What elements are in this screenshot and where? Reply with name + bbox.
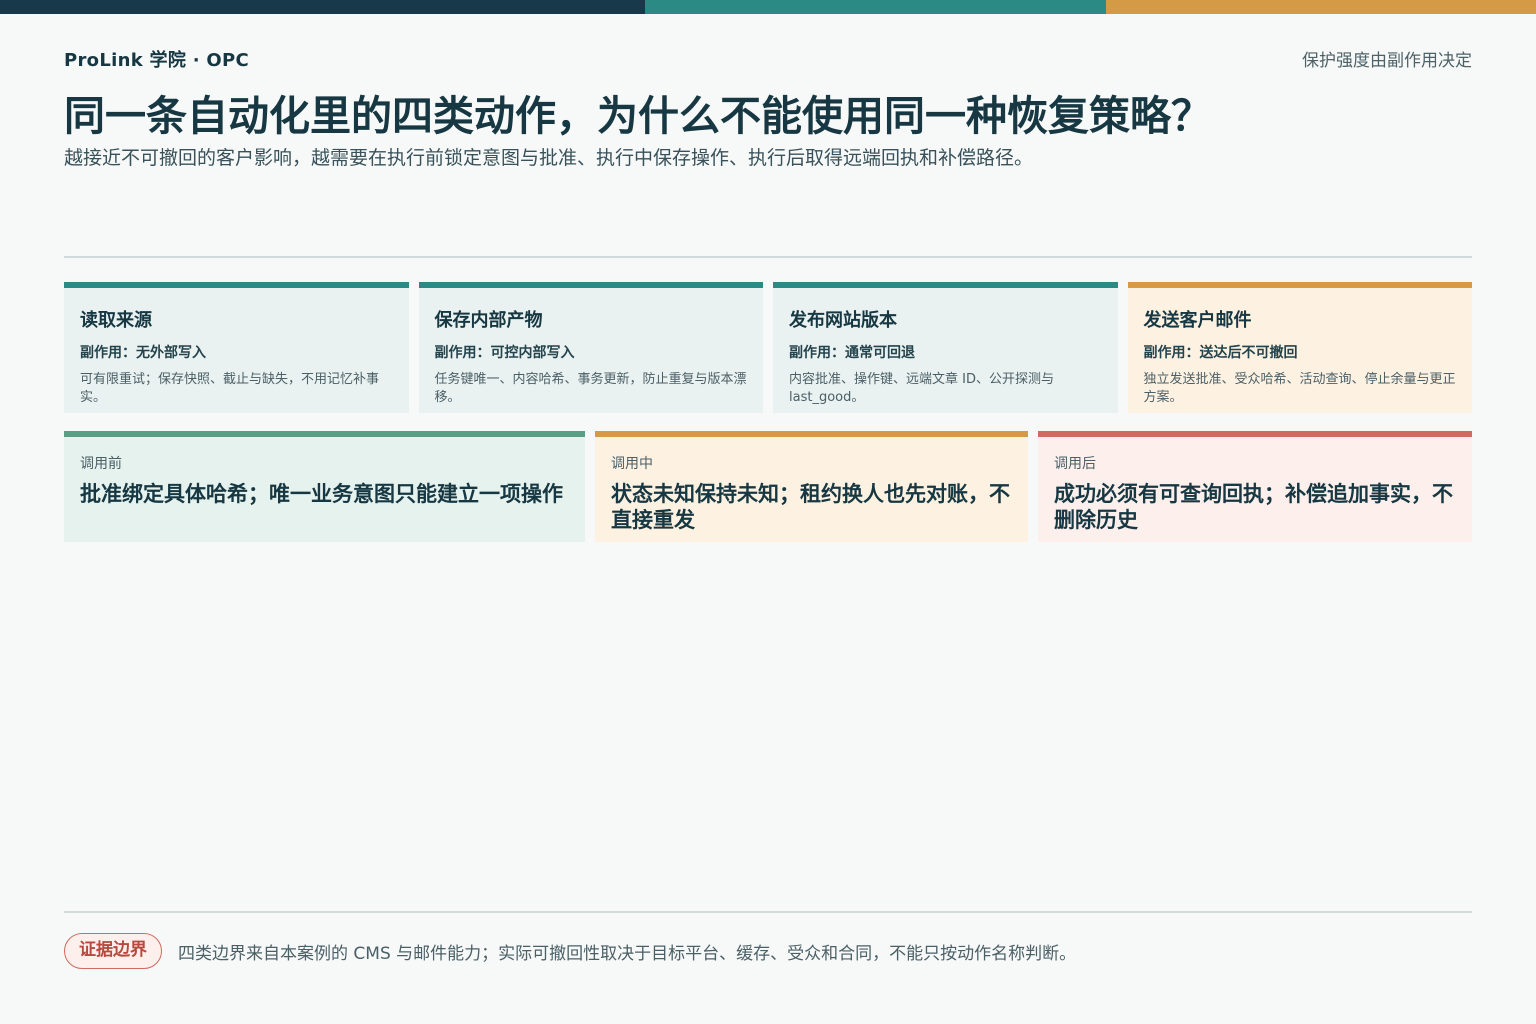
stage-label: 调用后 [1054, 456, 1096, 472]
header-note: 保护强度由副作用决定 [1302, 51, 1472, 71]
stage-text: 成功必须有可查询回执；补偿追加事实，不删除历史 [1054, 482, 1453, 532]
stage-after-call: 调用后 成功必须有可查询回执；补偿追加事实，不删除历史 [1038, 431, 1472, 542]
action-card-send-email: 发送客户邮件 副作用：送达后不可撤回 独立发送批准、受众哈希、活动查询、停止余量… [1127, 282, 1472, 413]
action-card-title: 读取来源 [80, 310, 152, 331]
evidence-boundary-badge: 证据边界 [64, 933, 162, 969]
page-subtitle: 越接近不可撤回的客户影响，越需要在执行前锁定意图与批准、执行中保存操作、执行后取… [64, 147, 1034, 169]
stage-label: 调用中 [611, 456, 653, 472]
footer-text: 四类边界来自本案例的 CMS 与邮件能力；实际可撤回性取决于目标平台、缓存、受众… [178, 943, 1077, 964]
call-stages: 调用前 批准绑定具体哈希；唯一业务意图只能建立一项操作 调用中 状态未知保持未知… [64, 431, 1472, 542]
footer: 证据边界 四类边界来自本案例的 CMS 与邮件能力；实际可撤回性取决于目标平台、… [64, 933, 1076, 969]
action-card-desc: 任务键唯一、内容哈希、事务更新，防止重复与版本漂移。 [434, 372, 747, 405]
action-card-title: 保存内部产物 [434, 310, 543, 331]
action-cards: 读取来源 副作用：无外部写入 可有限重试；保存快照、截止与缺失，不用记忆补事实。… [64, 282, 1472, 413]
brand-label: ProLink 学院 · OPC [64, 50, 250, 71]
action-card-title: 发布网站版本 [789, 310, 897, 331]
divider-bottom [64, 911, 1472, 913]
action-card-side-effect: 副作用：通常可回退 [789, 345, 915, 361]
stage-before-call: 调用前 批准绑定具体哈希；唯一业务意图只能建立一项操作 [64, 431, 585, 542]
action-card-desc: 可有限重试；保存快照、截止与缺失，不用记忆补事实。 [80, 372, 380, 405]
action-card-desc: 内容批准、操作键、远端文章 ID、公开探测与 last_good。 [789, 372, 1054, 405]
stage-label: 调用前 [80, 456, 122, 472]
action-card-desc: 独立发送批准、受众哈希、活动查询、停止余量与更正方案。 [1143, 372, 1456, 405]
stage-text: 状态未知保持未知；租约换人也先对账，不直接重发 [611, 482, 1010, 532]
action-card-publish-site: 发布网站版本 副作用：通常可回退 内容批准、操作键、远端文章 ID、公开探测与 … [773, 282, 1118, 413]
top-bar-segment-teal [645, 0, 1106, 14]
top-bar-segment-navy [0, 0, 645, 14]
action-card-title: 发送客户邮件 [1143, 310, 1252, 331]
divider-top [64, 256, 1472, 258]
page-title: 同一条自动化里的四类动作，为什么不能使用同一种恢复策略？ [64, 92, 1212, 140]
action-card-side-effect: 副作用：送达后不可撤回 [1143, 345, 1298, 361]
action-card-save-internal: 保存内部产物 副作用：可控内部写入 任务键唯一、内容哈希、事务更新，防止重复与版… [418, 282, 763, 413]
action-card-side-effect: 副作用：无外部写入 [80, 345, 206, 361]
stage-text: 批准绑定具体哈希；唯一业务意图只能建立一项操作 [80, 482, 563, 506]
action-card-side-effect: 副作用：可控内部写入 [434, 345, 575, 361]
top-bar-segment-orange [1106, 0, 1536, 14]
top-color-bar [0, 0, 1536, 14]
action-card-read-source: 读取来源 副作用：无外部写入 可有限重试；保存快照、截止与缺失，不用记忆补事实。 [64, 282, 409, 413]
stage-during-call: 调用中 状态未知保持未知；租约换人也先对账，不直接重发 [595, 431, 1028, 542]
